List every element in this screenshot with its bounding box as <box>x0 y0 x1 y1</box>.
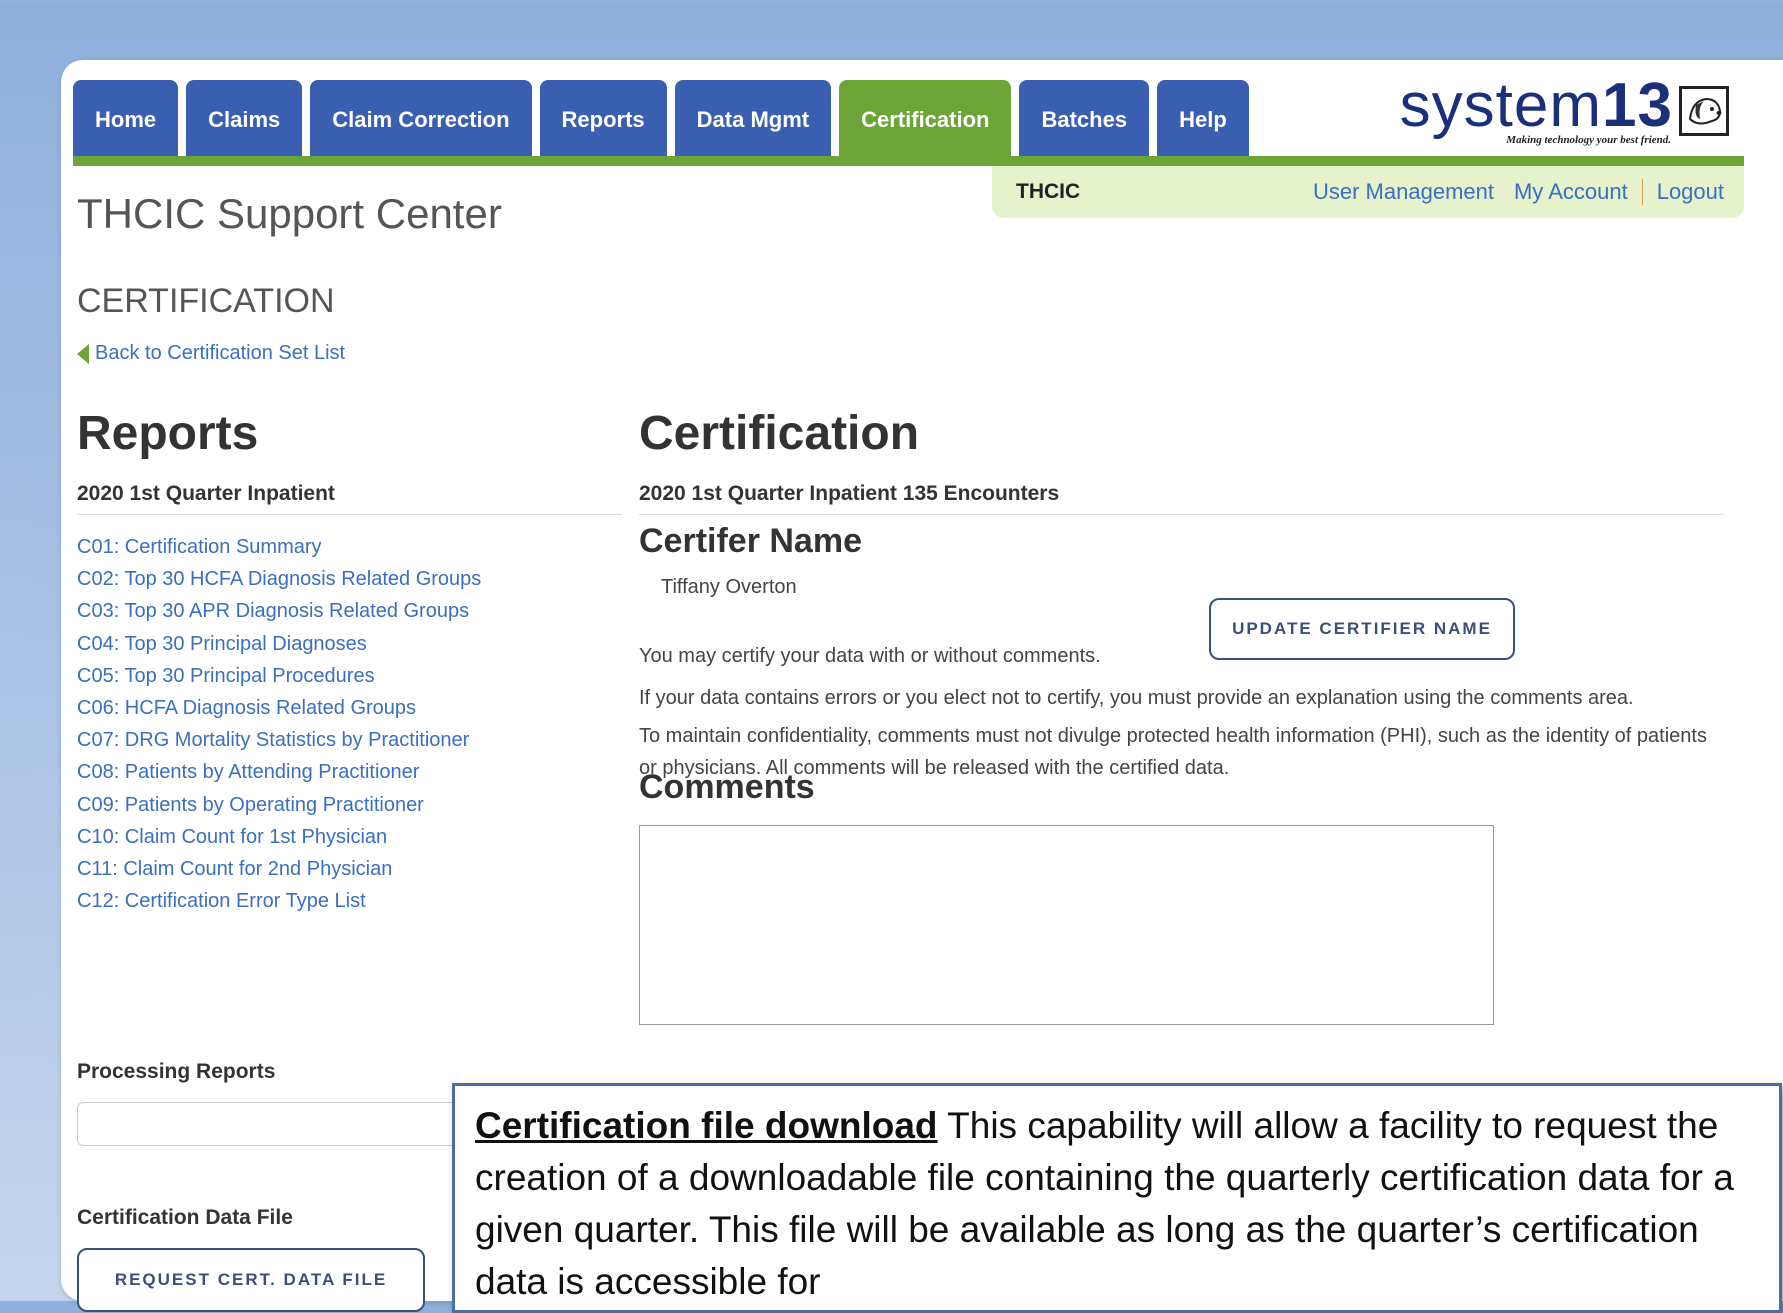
report-link-c10[interactable]: C10: Claim Count for 1st Physician <box>77 821 622 853</box>
back-arrow-icon <box>77 343 89 364</box>
divider <box>1641 179 1643 205</box>
back-link-label: Back to Certification Set List <box>95 342 346 364</box>
tab-batches[interactable]: Batches <box>1019 80 1150 160</box>
logo-wordmark: system13 <box>1399 71 1673 140</box>
tab-reports[interactable]: Reports <box>539 80 667 160</box>
logo-tagline: Making technology your best friend. <box>1506 134 1671 146</box>
tab-claims[interactable]: Claims <box>186 80 303 160</box>
account-links: User Management My Account Logout <box>1313 179 1724 205</box>
certifier-name-heading: Certifer Name <box>639 522 862 560</box>
certification-heading: Certification <box>639 407 920 460</box>
encounters-subheading: 2020 1st Quarter Inpatient 135 Encounter… <box>639 482 1724 515</box>
dog-logo-icon <box>1679 86 1729 136</box>
reports-heading: Reports <box>77 407 259 460</box>
tab-certification[interactable]: Certification <box>839 80 1012 160</box>
report-link-c11[interactable]: C11: Claim Count for 2nd Physician <box>77 853 622 885</box>
tab-data-mgmt[interactable]: Data Mgmt <box>674 80 832 160</box>
report-link-c04[interactable]: C04: Top 30 Principal Diagnoses <box>77 628 622 660</box>
comments-textarea[interactable] <box>639 825 1494 1025</box>
info-text-2: If your data contains errors or you elec… <box>639 687 1634 709</box>
nav-underline <box>73 156 1744 166</box>
callout-annotation: Certification file download This capabil… <box>452 1083 1782 1313</box>
report-link-c08[interactable]: C08: Patients by Attending Practitioner <box>77 756 622 788</box>
user-management-link[interactable]: User Management <box>1313 179 1494 205</box>
comments-heading: Comments <box>639 768 815 806</box>
report-list: C01: Certification Summary C02: Top 30 H… <box>77 531 622 917</box>
info-text-1: You may certify your data with or withou… <box>639 645 1101 667</box>
report-link-c05[interactable]: C05: Top 30 Principal Procedures <box>77 660 622 692</box>
user-bar: THCIC User Management My Account Logout <box>992 166 1744 218</box>
main-nav: Home Claims Claim Correction Reports Dat… <box>73 76 1257 160</box>
certification-data-file-label: Certification Data File <box>77 1206 293 1229</box>
system13-logo[interactable]: system13 Making technology your best fri… <box>1400 71 1729 150</box>
page-title: THCIC Support Center <box>77 190 502 237</box>
back-to-certification-set-list-link[interactable]: Back to Certification Set List <box>77 342 345 365</box>
report-link-c07[interactable]: C07: DRG Mortality Statistics by Practit… <box>77 724 622 756</box>
logout-link[interactable]: Logout <box>1657 179 1724 205</box>
report-link-c03[interactable]: C03: Top 30 APR Diagnosis Related Groups <box>77 595 622 627</box>
report-link-c09[interactable]: C09: Patients by Operating Practitioner <box>77 789 622 821</box>
tab-claim-correction[interactable]: Claim Correction <box>310 80 532 160</box>
report-link-c02[interactable]: C02: Top 30 HCFA Diagnosis Related Group… <box>77 563 622 595</box>
section-title: CERTIFICATION <box>77 282 335 320</box>
report-link-c01[interactable]: C01: Certification Summary <box>77 531 622 563</box>
processing-reports-label: Processing Reports <box>77 1060 276 1083</box>
tab-home[interactable]: Home <box>73 80 179 160</box>
org-name: THCIC <box>1016 180 1081 203</box>
report-link-c12[interactable]: C12: Certification Error Type List <box>77 885 622 917</box>
tab-help[interactable]: Help <box>1157 80 1249 160</box>
my-account-link[interactable]: My Account <box>1514 179 1628 205</box>
report-link-c06[interactable]: C06: HCFA Diagnosis Related Groups <box>77 692 622 724</box>
certifier-name-value: Tiffany Overton <box>661 576 797 598</box>
request-cert-data-file-button[interactable]: REQUEST CERT. DATA FILE <box>77 1248 425 1312</box>
reports-subheading: 2020 1st Quarter Inpatient <box>77 482 622 515</box>
callout-title: Certification file download <box>475 1105 938 1146</box>
